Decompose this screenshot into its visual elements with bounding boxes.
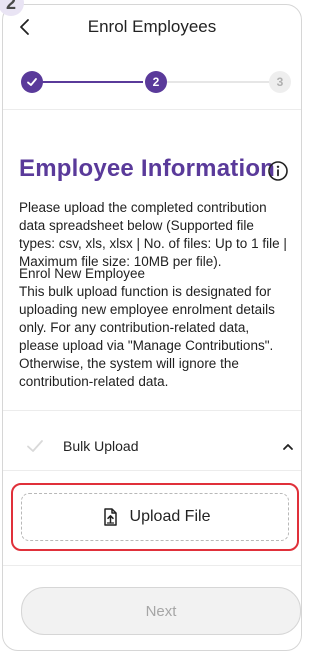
header: Enrol Employees <box>3 5 301 49</box>
enrol-description: This bulk upload function is designated … <box>19 284 275 389</box>
upload-highlight: Upload File <box>11 483 299 551</box>
stepper: 2 3 <box>3 67 301 97</box>
app-frame: Enrol Employees 2 3 Employee Information… <box>2 4 302 651</box>
divider <box>3 109 301 110</box>
check-icon <box>27 440 43 452</box>
divider <box>3 410 301 411</box>
accordion-label: Bulk Upload <box>63 438 139 454</box>
divider <box>3 565 301 566</box>
step-2-active: 2 <box>145 71 167 93</box>
section-title: Employee Information <box>19 155 276 182</box>
page-title: Enrol Employees <box>87 17 217 36</box>
next-button[interactable]: Next <box>21 587 301 635</box>
upload-file-label: Upload File <box>129 508 211 525</box>
bulk-upload-accordion[interactable]: Bulk Upload <box>3 425 301 469</box>
info-icon[interactable] <box>267 160 289 182</box>
step-1-completed <box>21 71 43 93</box>
upload-file-icon <box>103 508 117 526</box>
stepper-line-completed <box>33 81 143 83</box>
stepper-line-upcoming <box>167 81 277 83</box>
divider <box>3 470 301 471</box>
enrol-heading: Enrol New Employee <box>19 266 146 281</box>
upload-instructions: Please upload the completed contribution… <box>19 200 287 269</box>
step-3-upcoming: 3 <box>269 71 291 93</box>
chevron-up-icon[interactable] <box>281 440 295 454</box>
check-icon <box>27 78 37 86</box>
chevron-left-icon[interactable] <box>15 17 35 37</box>
upload-file-button[interactable]: Upload File <box>21 493 289 541</box>
